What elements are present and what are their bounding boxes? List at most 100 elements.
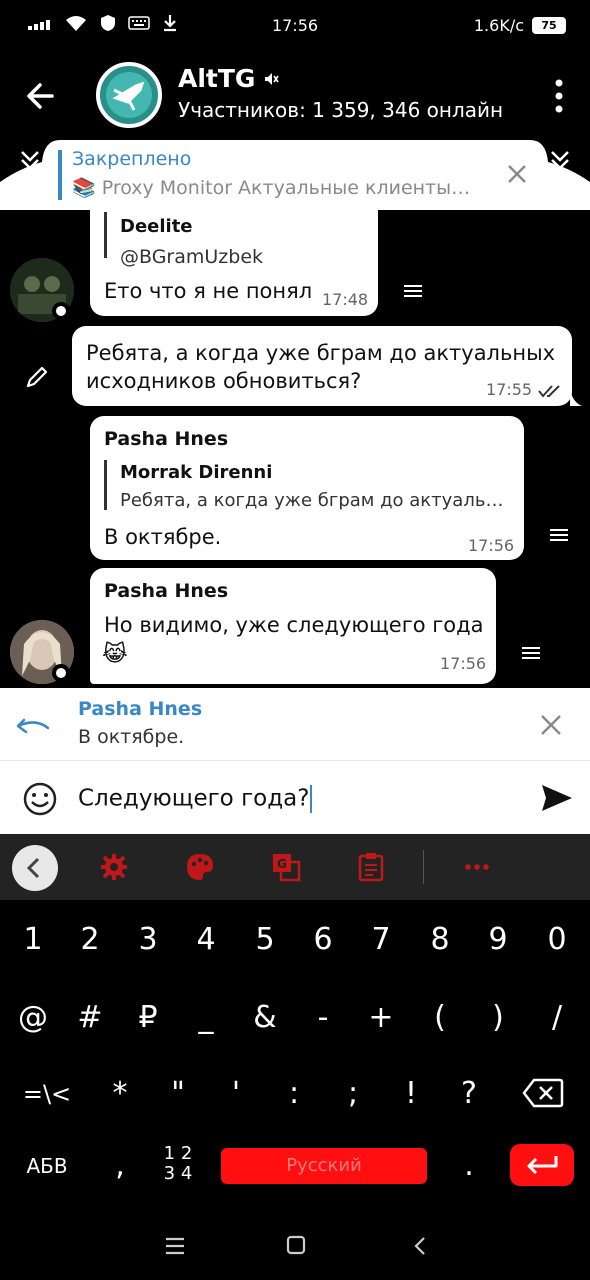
key[interactable]: 9 bbox=[473, 922, 523, 957]
emoji-icon[interactable] bbox=[22, 781, 58, 817]
key[interactable]: ) bbox=[473, 1000, 523, 1035]
close-icon[interactable] bbox=[505, 162, 529, 186]
key[interactable]: : bbox=[269, 1076, 319, 1111]
message-bubble[interactable]: Deelite @BGramUzbek Ето что я не понял 1… bbox=[90, 210, 378, 316]
key[interactable]: 8 bbox=[415, 922, 465, 957]
key[interactable]: _ bbox=[181, 1000, 231, 1035]
system-navigation-bar bbox=[0, 1220, 590, 1280]
message-bubble-outgoing[interactable]: Ребята, а когда уже бграм до актуальных … bbox=[72, 326, 572, 406]
jet-icon bbox=[112, 81, 145, 111]
key[interactable]: 2 bbox=[65, 922, 115, 957]
key[interactable]: ! bbox=[386, 1076, 436, 1111]
chat-title-text: AltTG bbox=[178, 64, 256, 93]
message-bubble[interactable]: Pasha Hnes Но видимо, уже следующего год… bbox=[90, 568, 496, 684]
key[interactable]: " bbox=[153, 1076, 203, 1111]
chat-header: AltTG Участников: 1 359, 346 онлайн bbox=[0, 52, 590, 140]
key[interactable]: * bbox=[95, 1076, 145, 1111]
nav-back-icon[interactable] bbox=[410, 1235, 430, 1257]
key[interactable]: 3 bbox=[123, 922, 173, 957]
message-time: 17:56 bbox=[468, 536, 515, 555]
translate-icon[interactable]: G bbox=[271, 852, 301, 882]
message-time: 17:55 bbox=[486, 380, 533, 399]
more-horizontal-icon[interactable] bbox=[462, 852, 492, 882]
chevron-down-double-icon-right[interactable] bbox=[548, 148, 572, 172]
key[interactable]: # bbox=[65, 1000, 115, 1035]
home-icon[interactable] bbox=[286, 1235, 306, 1255]
keyboard-collapse-button[interactable] bbox=[12, 845, 58, 891]
close-reply-icon[interactable] bbox=[540, 714, 562, 736]
settings-gear-icon[interactable] bbox=[99, 852, 129, 882]
chat-title[interactable]: AltTG bbox=[178, 64, 280, 93]
message-sender: Pasha Hnes bbox=[104, 428, 229, 450]
bubble-tail bbox=[570, 388, 582, 406]
quote-bar bbox=[104, 212, 107, 258]
menu-lines-icon[interactable] bbox=[404, 284, 422, 298]
message-text-line2: исходников обновиться? bbox=[86, 369, 362, 393]
menu-lines-icon[interactable] bbox=[522, 646, 540, 660]
numpad-top: 1 2 bbox=[163, 1143, 193, 1164]
key-numpad[interactable]: 1 2 3 4 bbox=[153, 1144, 203, 1184]
quote-author: Morrak Direnni bbox=[120, 462, 273, 483]
message-sender: Pasha Hnes bbox=[104, 580, 229, 602]
key[interactable]: 1 bbox=[8, 922, 58, 957]
key[interactable]: 0 bbox=[532, 922, 582, 957]
space-key[interactable]: Русский bbox=[221, 1148, 427, 1184]
reply-preview-bar[interactable]: Pasha Hnes В октябре. bbox=[0, 688, 590, 760]
key[interactable]: 7 bbox=[356, 922, 406, 957]
message-text: Но видимо, уже следующего года bbox=[104, 613, 484, 637]
keyboard: 1 2 3 4 5 6 7 8 9 0 @ # ₽ _ & - + ( ) / … bbox=[0, 900, 590, 1220]
group-avatar[interactable] bbox=[96, 62, 162, 128]
double-check-icon bbox=[538, 385, 560, 398]
recent-apps-icon[interactable] bbox=[164, 1236, 186, 1256]
chevron-down-double-icon-left[interactable] bbox=[18, 148, 42, 172]
backspace-icon[interactable] bbox=[522, 1078, 564, 1108]
key-comma[interactable]: , bbox=[95, 1148, 145, 1183]
emoji-cat: 😹 bbox=[102, 642, 128, 667]
key-period[interactable]: . bbox=[444, 1148, 494, 1183]
key[interactable]: ( bbox=[415, 1000, 465, 1035]
key-more-symbols[interactable]: =\< bbox=[14, 1080, 80, 1108]
reply-author: Pasha Hnes bbox=[78, 698, 203, 720]
message-time: 17:48 bbox=[322, 290, 369, 309]
enter-key[interactable] bbox=[510, 1144, 574, 1186]
key[interactable]: 6 bbox=[298, 922, 348, 957]
enter-arrow-icon bbox=[527, 1156, 558, 1175]
online-indicator bbox=[52, 664, 70, 682]
key[interactable]: ; bbox=[328, 1076, 378, 1111]
message-text: Ето что я не понял bbox=[104, 279, 313, 303]
more-menu-button[interactable] bbox=[554, 78, 564, 114]
message-text-line1: Ребята, а когда уже бграм до актуальных bbox=[86, 341, 556, 365]
pinned-accent-bar bbox=[58, 150, 62, 200]
battery-icon: 75 bbox=[532, 17, 566, 34]
clipboard-icon[interactable] bbox=[356, 852, 386, 882]
key[interactable]: / bbox=[532, 1000, 582, 1035]
quote-bar bbox=[104, 460, 107, 510]
message-input[interactable]: Следующего года? bbox=[78, 785, 313, 813]
key[interactable]: ? bbox=[444, 1076, 494, 1111]
key[interactable]: & bbox=[240, 1000, 290, 1035]
keyboard-row-symbols: @ # ₽ _ & - + ( ) / bbox=[0, 1000, 590, 1060]
quote-text: @BGramUzbek bbox=[120, 246, 264, 268]
key[interactable]: 4 bbox=[181, 922, 231, 957]
menu-lines-icon[interactable] bbox=[550, 528, 568, 542]
key[interactable]: 5 bbox=[240, 922, 290, 957]
key[interactable]: @ bbox=[8, 1000, 58, 1035]
pinned-message-bar[interactable]: Закреплено 📚 Proxy Monitor Актуальные кл… bbox=[0, 140, 590, 210]
chat-messages[interactable]: Deelite @BGramUzbek Ето что я не понял 1… bbox=[0, 210, 590, 688]
toolbar-divider bbox=[423, 850, 424, 884]
message-bubble[interactable]: Pasha Hnes Morrak Direnni Ребята, а когд… bbox=[90, 416, 524, 560]
send-icon[interactable] bbox=[540, 783, 574, 813]
pinned-text: 📚 Proxy Monitor Актуальные клиенты… bbox=[72, 177, 471, 199]
key[interactable]: + bbox=[356, 1000, 406, 1035]
svg-text:G: G bbox=[277, 857, 287, 871]
back-button[interactable] bbox=[22, 78, 62, 114]
key-abc-switch[interactable]: АБВ bbox=[14, 1154, 80, 1178]
network-speed: 1.6K/c bbox=[473, 16, 524, 35]
key[interactable]: - bbox=[298, 1000, 348, 1035]
pencil-icon[interactable] bbox=[24, 364, 50, 390]
group-avatar-inner bbox=[106, 72, 152, 118]
key[interactable]: ₽ bbox=[123, 1000, 173, 1035]
key[interactable]: ' bbox=[211, 1076, 261, 1111]
message-time: 17:56 bbox=[440, 654, 487, 673]
palette-icon[interactable] bbox=[185, 852, 215, 882]
